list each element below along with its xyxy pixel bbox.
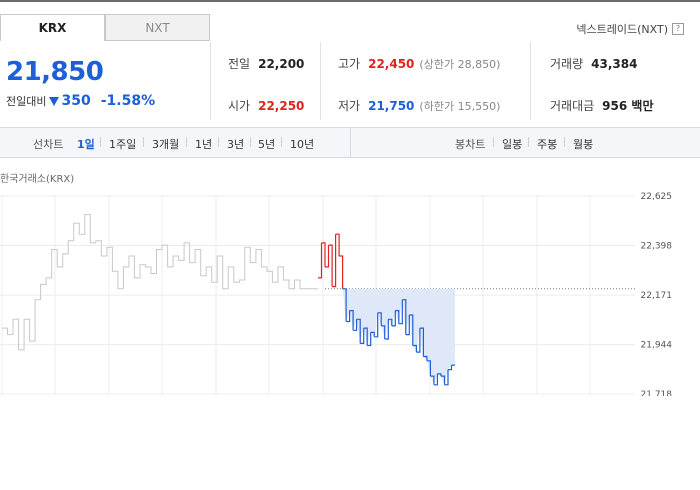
- period-3month-button[interactable]: 3개월: [152, 136, 179, 152]
- candle-chart-label: 봉차트: [455, 138, 486, 151]
- y-tick-label: 22,171: [641, 291, 673, 301]
- divider: [186, 137, 187, 147]
- divider: [218, 137, 219, 147]
- lower-limit: (하한가 15,550): [419, 99, 501, 113]
- divider: [250, 137, 251, 147]
- stat-value: 43,384: [591, 56, 638, 71]
- nextrade-link-label: 넥스트레이드(NXT): [576, 23, 668, 36]
- stat-label: 거래대금: [550, 99, 595, 113]
- line-chart-label: 선차트: [33, 138, 64, 151]
- stat-value: 22,200: [258, 56, 305, 71]
- chart-grid: [0, 195, 635, 395]
- lower-limit-value: 15,550: [457, 99, 497, 113]
- divider: [350, 128, 351, 157]
- period-10year-button[interactable]: 10년: [290, 136, 314, 152]
- question-icon[interactable]: ?: [672, 23, 684, 35]
- chart-series: [2, 214, 635, 386]
- upper-limit-label: 상한가: [423, 57, 455, 71]
- series-current-below-area: [318, 288, 455, 385]
- y-tick-label: 21,944: [641, 341, 673, 351]
- stat-value: 956 백만: [602, 99, 654, 113]
- period-5year-button[interactable]: 5년: [258, 136, 275, 152]
- period-1day-button[interactable]: 1일: [77, 136, 95, 152]
- current-price: 21,850: [6, 57, 104, 87]
- divider: [281, 137, 282, 147]
- period-1year-button[interactable]: 1년: [195, 136, 212, 152]
- upper-limit: (상한가 28,850): [419, 57, 501, 71]
- lower-limit-label: 하한가: [423, 99, 455, 113]
- stat-low: 저가 21,750 (하한가 15,550): [338, 97, 500, 114]
- divider: [320, 42, 321, 120]
- change-percent: -1.58%: [100, 93, 156, 109]
- stat-prev-close: 전일 22,200: [228, 55, 304, 72]
- stat-amount: 거래대금 956 백만: [550, 97, 653, 114]
- tab-krx[interactable]: KRX: [0, 14, 105, 41]
- series-previous-session-line: [2, 214, 318, 351]
- divider: [210, 42, 211, 120]
- stat-open: 시가 22,250: [228, 97, 304, 114]
- tab-nxt[interactable]: NXT: [105, 14, 210, 41]
- market-tabs: KRX NXT: [0, 14, 210, 41]
- stat-value: 22,450: [368, 56, 415, 71]
- series-current-session-segment: [339, 255, 344, 289]
- divider: [100, 137, 101, 147]
- candle-daily-button[interactable]: 일봉: [502, 136, 522, 152]
- period-3year-button[interactable]: 3년: [227, 136, 244, 152]
- price-chart[interactable]: 22,625 22,398 22,171 21,944 21,718: [0, 186, 700, 396]
- stat-label: 거래량: [550, 57, 584, 71]
- upper-limit-value: 28,850: [457, 57, 497, 71]
- divider: [528, 137, 529, 147]
- stat-volume: 거래량 43,384: [550, 55, 637, 72]
- y-tick-label: 22,398: [641, 242, 673, 252]
- series-current-session-segment: [318, 242, 323, 279]
- stat-label: 시가: [228, 99, 251, 113]
- stat-value: 21,750: [368, 98, 415, 113]
- down-arrow-icon: [49, 96, 60, 106]
- stat-label: 저가: [338, 99, 361, 113]
- stat-label: 고가: [338, 57, 361, 71]
- y-tick-label: 22,625: [641, 192, 673, 202]
- divider: [143, 137, 144, 147]
- price-change: 전일대비 350 -1.58%: [6, 93, 155, 109]
- y-axis-labels: 22,625 22,398 22,171 21,944 21,718: [641, 192, 673, 396]
- divider: [493, 137, 494, 147]
- nextrade-link[interactable]: 넥스트레이드(NXT) ?: [576, 21, 684, 37]
- candle-weekly-button[interactable]: 주봉: [537, 136, 557, 152]
- change-value: 350: [61, 93, 91, 109]
- top-border: [0, 0, 700, 2]
- stat-label: 전일: [228, 57, 251, 71]
- candle-monthly-button[interactable]: 월봉: [573, 136, 593, 152]
- period-1week-button[interactable]: 1주일: [109, 136, 136, 152]
- chart-period-bar: 선차트 1일 1주일 3개월 1년 3년 5년 10년 봉차트 일봉 주봉 월봉: [0, 127, 700, 158]
- change-label: 전일대비: [6, 95, 47, 108]
- chart-title: 한국거래소(KRX): [0, 174, 75, 185]
- stat-high: 고가 22,450 (상한가 28,850): [338, 55, 500, 72]
- divider: [530, 42, 531, 120]
- y-tick-label: 21,718: [641, 390, 673, 396]
- stat-value: 22,250: [258, 98, 305, 113]
- divider: [564, 137, 565, 147]
